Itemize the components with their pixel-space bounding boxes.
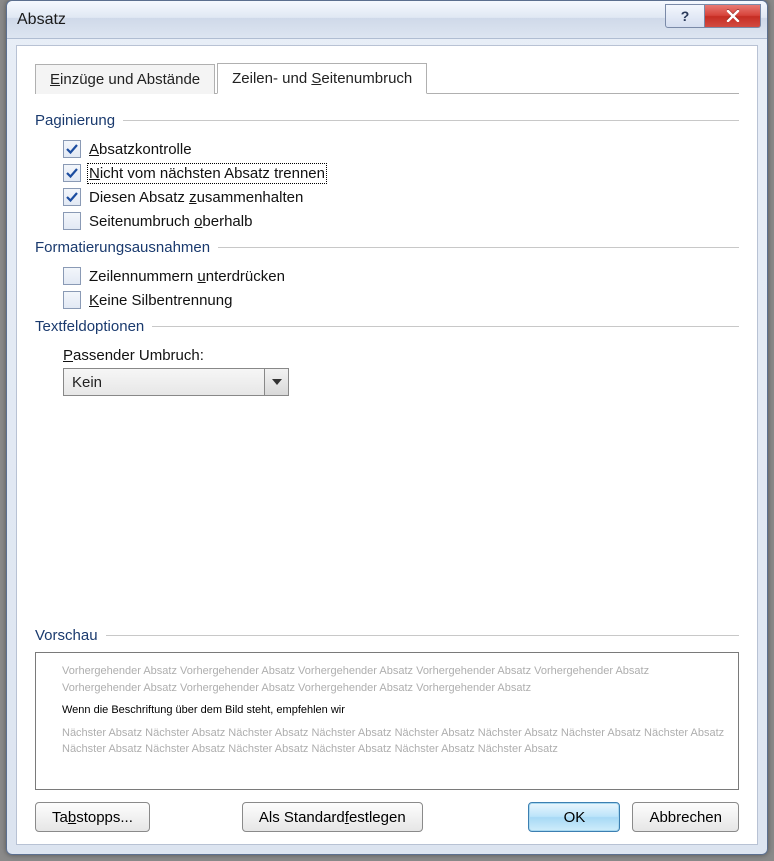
combo-dropdown-button[interactable] <box>264 369 288 395</box>
checkbox-suppress-line-numbers-label: Zeilennummern unterdrücken <box>89 268 285 285</box>
field-tight-wrap-label: Passender Umbruch: <box>63 347 739 364</box>
checkbox-keep-lines-together-row[interactable]: Diesen Absatz zusammenhalten <box>35 185 739 209</box>
combo-tight-wrap-value: Kein <box>64 369 264 395</box>
check-icon <box>65 142 79 156</box>
close-button[interactable] <box>705 4 761 28</box>
close-icon <box>726 10 740 22</box>
preview-panel: Vorhergehender Absatz Vorhergehender Abs… <box>35 652 739 790</box>
group-formatting-exceptions-label: Formatierungsausnahmen <box>35 239 218 256</box>
checkbox-page-break-before-row[interactable]: Seitenumbruch oberhalb <box>35 209 739 233</box>
cancel-button[interactable]: Abbrechen <box>632 802 739 832</box>
tabstops-button[interactable]: Tabstopps... <box>35 802 150 832</box>
checkbox-keep-with-next-row[interactable]: Nicht vom nächsten Absatz trennen <box>35 161 739 185</box>
preview-current-paragraph: Wenn die Beschriftung über dem Bild steh… <box>62 702 728 719</box>
group-pagination-label: Paginierung <box>35 112 123 129</box>
checkbox-no-hyphenation-row[interactable]: Keine Silbentrennung <box>35 288 739 312</box>
checkbox-widow-control-label: Absatzkontrolle <box>89 141 192 158</box>
group-textbox-options-label: Textfeldoptionen <box>35 318 152 335</box>
checkbox-page-break-before[interactable] <box>63 212 81 230</box>
checkbox-no-hyphenation-label: Keine Silbentrennung <box>89 292 232 309</box>
set-as-default-button[interactable]: Als Standard festlegen <box>242 802 423 832</box>
checkbox-suppress-line-numbers-row[interactable]: Zeilennummern unterdrücken <box>35 264 739 288</box>
checkbox-keep-lines-together-label: Diesen Absatz zusammenhalten <box>89 189 303 206</box>
group-preview: Vorschau <box>35 627 739 644</box>
checkbox-keep-with-next[interactable] <box>63 164 81 182</box>
checkbox-page-break-before-label: Seitenumbruch oberhalb <box>89 213 252 230</box>
tab-indents-spacing[interactable]: Einzüge und Abstände <box>35 64 215 94</box>
tab-line-page-breaks[interactable]: Zeilen- und Seitenumbruch <box>217 63 427 94</box>
checkbox-no-hyphenation[interactable] <box>63 291 81 309</box>
check-icon <box>65 190 79 204</box>
chevron-down-icon <box>272 379 282 385</box>
window-title: Absatz <box>17 11 66 29</box>
dialog-body: Einzüge und Abstände Zeilen- und Seitenu… <box>16 45 758 845</box>
dialog-button-row: Tabstopps... Als Standard festlegen OK A… <box>35 802 739 832</box>
preview-previous-paragraph: Vorhergehender Absatz Vorhergehender Abs… <box>62 663 728 696</box>
check-icon <box>65 166 79 180</box>
checkbox-widow-control[interactable] <box>63 140 81 158</box>
preview-next-paragraph: Nächster Absatz Nächster Absatz Nächster… <box>62 725 728 758</box>
group-pagination: Paginierung <box>35 112 739 129</box>
group-preview-label: Vorschau <box>35 627 106 644</box>
group-formatting-exceptions: Formatierungsausnahmen <box>35 239 739 256</box>
dialog-window: Absatz ? Einzüge und Abstände Zeilen- un… <box>6 0 768 855</box>
checkbox-keep-lines-together[interactable] <box>63 188 81 206</box>
group-textbox-options: Textfeldoptionen <box>35 318 739 335</box>
checkbox-keep-with-next-label: Nicht vom nächsten Absatz trennen <box>89 165 325 182</box>
ok-button[interactable]: OK <box>528 802 620 832</box>
checkbox-suppress-line-numbers[interactable] <box>63 267 81 285</box>
help-button[interactable]: ? <box>665 4 705 28</box>
tab-content: Paginierung Absatzkontrolle Nicht vom nä… <box>35 94 739 832</box>
tab-strip: Einzüge und Abstände Zeilen- und Seitenu… <box>35 60 739 94</box>
titlebar: Absatz ? <box>7 1 767 39</box>
field-tight-wrap: Passender Umbruch: Kein <box>35 343 739 400</box>
combo-tight-wrap[interactable]: Kein <box>63 368 289 396</box>
checkbox-widow-control-row[interactable]: Absatzkontrolle <box>35 137 739 161</box>
